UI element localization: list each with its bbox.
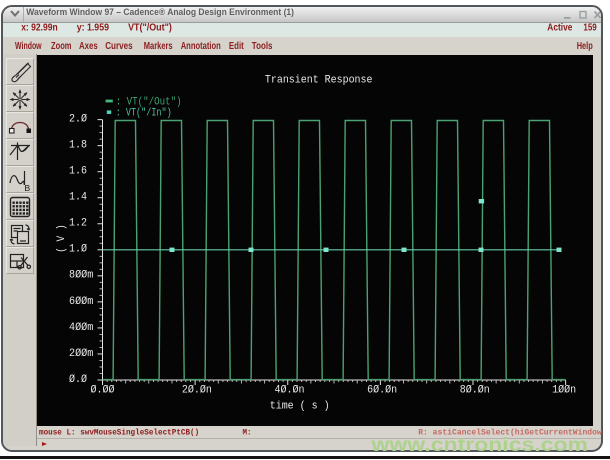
svg-text:Ø.Ø: Ø.Ø bbox=[69, 373, 87, 385]
svg-text:4ØØm: 4ØØm bbox=[69, 321, 94, 333]
svg-text:: VT("/In"): : VT("/In") bbox=[116, 107, 172, 119]
svg-text:1.8: 1.8 bbox=[69, 139, 87, 151]
svg-text:6ØØm: 6ØØm bbox=[69, 295, 94, 307]
svg-text:Ø.ØØ: Ø.ØØ bbox=[91, 384, 115, 396]
svg-text:time ( s ): time ( s ) bbox=[270, 400, 330, 412]
svg-text:Transient Response: Transient Response bbox=[265, 74, 373, 86]
svg-text:2Ø.Øn: 2Ø.Øn bbox=[182, 384, 212, 396]
svg-text:2.Ø: 2.Ø bbox=[69, 113, 87, 125]
svg-text:1.Ø: 1.Ø bbox=[69, 243, 87, 255]
svg-text:8Ø.Øn: 8Ø.Øn bbox=[460, 384, 490, 396]
svg-text:B: B bbox=[25, 183, 31, 193]
svg-text:8ØØm: 8ØØm bbox=[69, 269, 94, 281]
svg-text:1ØØn: 1ØØn bbox=[552, 384, 576, 396]
svg-text:4Ø.Øn: 4Ø.Øn bbox=[275, 384, 305, 396]
svg-text:( V ): ( V ) bbox=[56, 224, 68, 253]
svg-text:6Ø.Øn: 6Ø.Øn bbox=[367, 384, 397, 396]
svg-text:1.4: 1.4 bbox=[69, 191, 87, 203]
svg-text:1.2: 1.2 bbox=[69, 217, 87, 229]
svg-text:2ØØm: 2ØØm bbox=[69, 347, 94, 359]
svg-text:1.6: 1.6 bbox=[69, 165, 87, 177]
